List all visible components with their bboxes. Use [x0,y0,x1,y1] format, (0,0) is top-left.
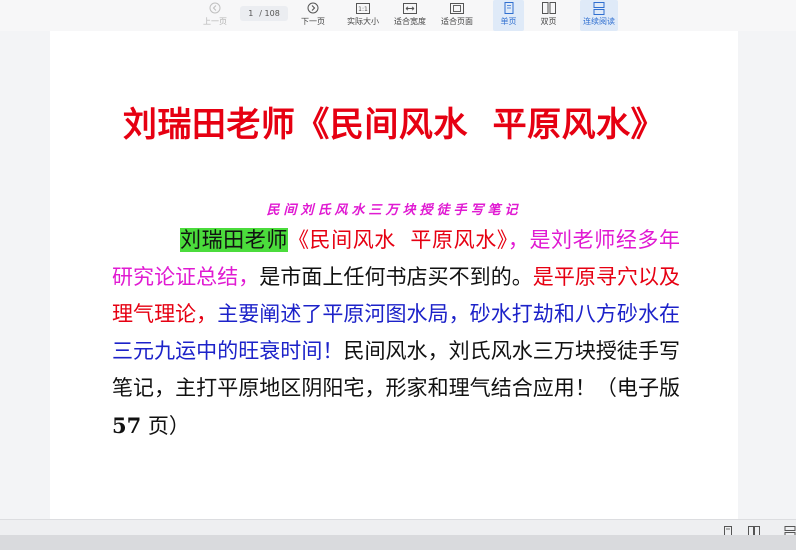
fit-page-button[interactable]: 适合页面 [438,0,476,31]
page-count-number: 57 [112,413,142,438]
continuous-read-icon [593,1,605,15]
double-page-label: 双页 [540,17,557,26]
document-subtitle: 民间刘氏风水三万块授徒手写笔记 [266,203,522,218]
page-count-suffix: 页） [141,414,190,438]
status-bar [0,519,796,537]
next-page-label: 下一页 [301,17,325,26]
highlighted-author-name: 刘瑞田老师 [180,228,288,252]
fit-page-icon [450,1,464,15]
double-page-button[interactable]: 双页 [533,0,564,31]
body-paragraph: 刘瑞田老师《民间风水 平原风水》，是刘老师经多年研究论证总结，是市面上任何书店买… [112,222,680,445]
fit-width-icon [403,1,417,15]
availability-span: 是市面上任何书店买不到的。 [259,265,533,289]
actual-size-button[interactable]: 1:1 实际大小 [344,0,382,31]
single-page-icon [504,1,514,15]
continuous-read-button[interactable]: 连续阅读 [580,0,618,31]
fit-width-label: 适合宽度 [394,17,426,26]
page-total: / 108 [259,9,280,18]
fit-page-label: 适合页面 [441,17,473,26]
book-title-span: 《民间风水 平原风水》 [287,228,508,252]
double-page-icon [541,1,556,15]
fit-width-button[interactable]: 适合宽度 [391,0,429,31]
svg-text:1:1: 1:1 [358,6,368,13]
chevron-right-circle-icon [307,1,319,15]
single-page-button[interactable]: 单页 [493,0,524,31]
prev-page-label: 上一页 [203,17,227,26]
page-number-field[interactable]: 1 / 108 [240,6,288,21]
page-current[interactable]: 1 [248,9,253,18]
actual-size-icon: 1:1 [356,1,370,15]
single-page-label: 单页 [500,17,517,26]
double-page-view-icon[interactable] [748,522,760,537]
document-title: 刘瑞田老师《民间风水 平原风水》 [122,105,666,145]
next-page-button[interactable]: 下一页 [296,0,330,31]
single-page-view-icon[interactable] [722,522,734,537]
actual-size-label: 实际大小 [347,17,379,26]
horizontal-scrollbar[interactable] [0,535,796,550]
continuous-read-label: 连续阅读 [583,17,615,26]
continuous-view-icon[interactable] [784,522,796,537]
chevron-left-circle-icon [209,1,221,15]
prev-page-button[interactable]: 上一页 [198,0,232,31]
viewer-toolbar: 上一页 1 / 108 下一页 1:1 实际大小 适合宽度 适合页面 单页 双页… [0,0,796,31]
